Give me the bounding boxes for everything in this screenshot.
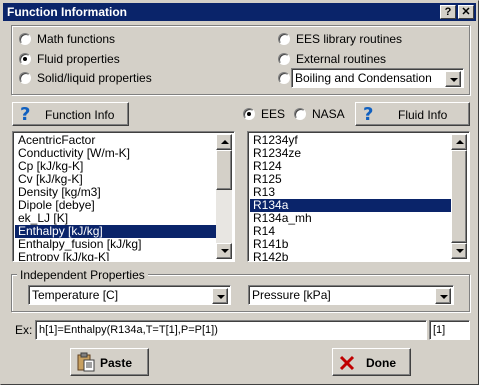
- properties-scrollbar[interactable]: [216, 134, 232, 259]
- list-item[interactable]: R134a_mh: [250, 212, 453, 225]
- done-button[interactable]: Done: [332, 348, 411, 376]
- independent-first-combo[interactable]: Temperature [C]: [28, 285, 231, 305]
- scroll-thumb[interactable]: [216, 150, 232, 190]
- radio-ees[interactable]: [243, 108, 255, 120]
- external-routines-label: External routines: [296, 52, 387, 66]
- example-index-field[interactable]: [1]: [429, 320, 470, 340]
- chevron-down-icon[interactable]: [435, 288, 451, 304]
- question-icon: ?: [20, 104, 31, 125]
- fluid-info-label: Fluid Info: [398, 108, 448, 122]
- radio-external-routines[interactable]: [278, 53, 290, 65]
- done-label: Done: [366, 356, 396, 370]
- fluid-info-button[interactable]: ? Fluid Info: [355, 102, 470, 126]
- close-icon: ✕: [461, 6, 471, 18]
- nasa-label: NASA: [312, 107, 345, 121]
- radio-nasa[interactable]: [294, 108, 306, 120]
- radio-solid-liquid-properties[interactable]: [19, 72, 31, 84]
- ees-label: EES: [261, 107, 286, 121]
- list-item[interactable]: R125: [250, 173, 453, 186]
- chevron-down-icon[interactable]: [212, 288, 228, 304]
- help-icon: ?: [444, 6, 452, 18]
- radio-fluid-properties[interactable]: [19, 53, 31, 65]
- scroll-up-icon[interactable]: [216, 134, 232, 150]
- function-info-button[interactable]: ? Function Info: [12, 102, 129, 126]
- fluid-properties-label: Fluid properties: [37, 52, 120, 66]
- scroll-up-icon[interactable]: [451, 134, 467, 150]
- math-functions-label: Math functions: [37, 32, 116, 46]
- paste-icon: [77, 352, 95, 372]
- fluids-scrollbar[interactable]: [451, 134, 467, 259]
- scroll-down-icon[interactable]: [451, 243, 467, 259]
- function-information-dialog: Function Information ? ✕ Math functions …: [0, 0, 479, 385]
- paste-label: Paste: [100, 356, 133, 370]
- fluids-list-items: R1234yf R1234ze R124 R125 R13 R134a R134…: [250, 134, 453, 262]
- list-item[interactable]: Entropy [kJ/kg-K]: [15, 251, 218, 262]
- radio-math-functions[interactable]: [19, 33, 31, 45]
- help-button[interactable]: ?: [440, 5, 456, 19]
- radio-ees-library-routines[interactable]: [278, 33, 290, 45]
- library-category-value: Boiling and Condensation: [295, 71, 432, 85]
- properties-list-items: AcentricFactor Conductivity [W/m-K] Cp […: [15, 134, 218, 262]
- radio-library-category[interactable]: [278, 72, 290, 84]
- close-button[interactable]: ✕: [458, 5, 474, 19]
- scroll-thumb[interactable]: [451, 150, 467, 243]
- example-index-text: [1]: [433, 324, 446, 336]
- fluids-list[interactable]: R1234yf R1234ze R124 R125 R13 R134a R134…: [247, 131, 470, 262]
- library-category-combo[interactable]: Boiling and Condensation: [291, 68, 464, 88]
- window-title: Function Information: [7, 5, 127, 19]
- independent-second-value: Pressure [kPa]: [252, 288, 331, 302]
- example-equation-text: h[1]=Enthalpy(R134a,T=T[1],P=P[1]): [39, 324, 218, 336]
- properties-list[interactable]: AcentricFactor Conductivity [W/m-K] Cp […: [12, 131, 235, 262]
- example-label: Ex:: [15, 323, 33, 337]
- independent-first-value: Temperature [C]: [32, 288, 119, 302]
- list-item[interactable]: R142b: [250, 251, 453, 262]
- example-equation-field[interactable]: h[1]=Enthalpy(R134a,T=T[1],P=P[1]): [35, 320, 427, 340]
- paste-button[interactable]: Paste: [70, 348, 149, 376]
- function-info-label: Function Info: [45, 108, 115, 122]
- independent-properties-label: Independent Properties: [17, 268, 148, 282]
- question-icon: ?: [363, 104, 374, 125]
- independent-second-combo[interactable]: Pressure [kPa]: [248, 285, 454, 305]
- chevron-down-icon[interactable]: [445, 71, 461, 87]
- scroll-down-icon[interactable]: [216, 243, 232, 259]
- ees-library-routines-label: EES library routines: [296, 32, 403, 46]
- title-bar: Function Information ? ✕: [3, 3, 476, 21]
- x-icon: [339, 355, 355, 371]
- solid-liquid-properties-label: Solid/liquid properties: [37, 71, 152, 85]
